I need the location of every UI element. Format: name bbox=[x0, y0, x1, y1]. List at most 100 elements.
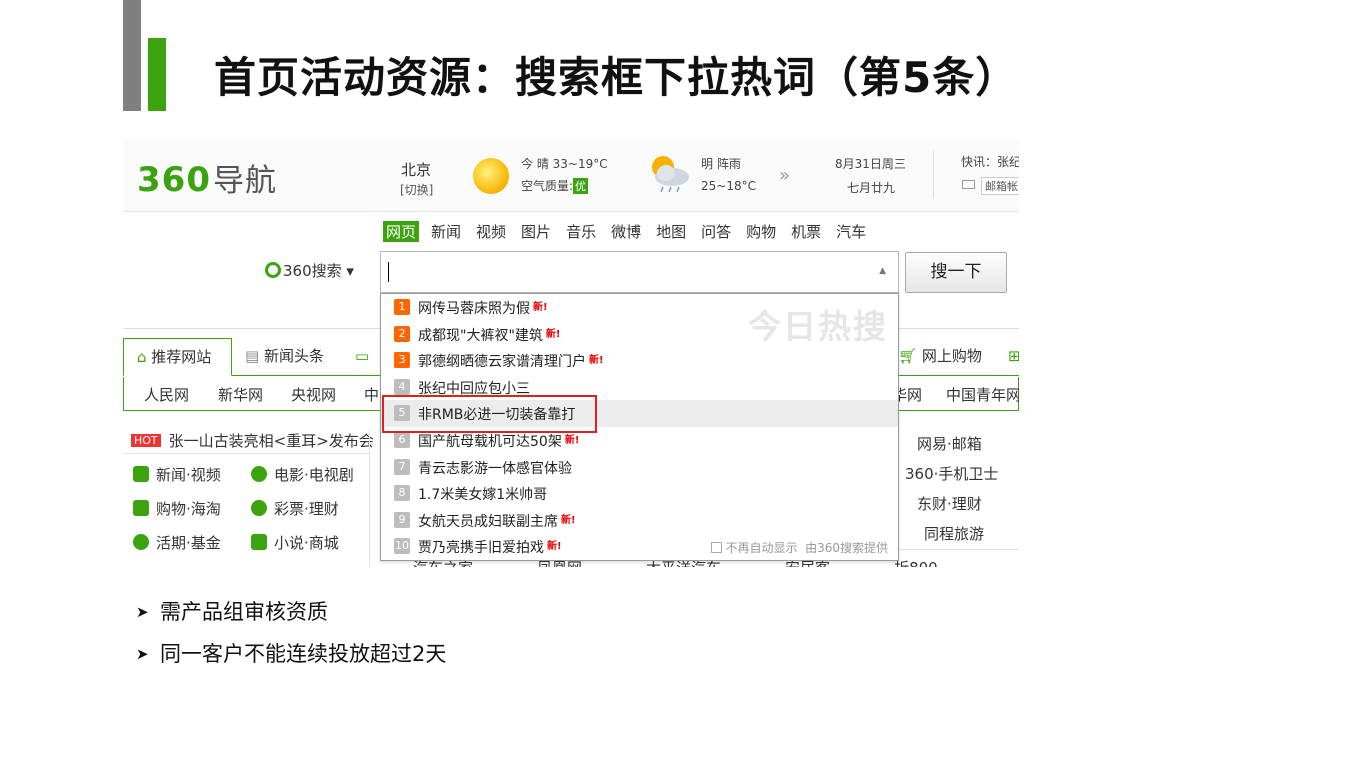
tab-label: 新闻头条 bbox=[263, 347, 324, 365]
rank-badge: 8 bbox=[394, 485, 410, 502]
rank-badge: 3 bbox=[394, 352, 410, 369]
search-tab-map[interactable]: 地图 bbox=[653, 221, 689, 242]
tomorrow-temperature: 25~18°C bbox=[701, 179, 756, 193]
arrow-bullet-icon: ➤ bbox=[136, 645, 149, 663]
suggestion-text: 国产航母载机可达50架 新! bbox=[418, 431, 579, 451]
slide-title: 首页活动资源：搜索框下拉热词（第5条） bbox=[214, 53, 1019, 102]
mail-login-box[interactable]: 邮箱帐 bbox=[981, 177, 1019, 195]
more-weather-button[interactable]: » bbox=[779, 165, 790, 186]
bag-icon bbox=[133, 500, 149, 516]
tab-headline-news[interactable]: ▤ 新闻头条 bbox=[232, 338, 342, 376]
tomorrow-weather: 明 阵雨 bbox=[701, 157, 741, 171]
search-tab-news[interactable]: 新闻 bbox=[428, 221, 464, 242]
site-link[interactable]: 人民网 bbox=[144, 384, 189, 405]
search-tab-flights[interactable]: 机票 bbox=[788, 221, 824, 242]
film-icon bbox=[251, 466, 267, 482]
rank-badge: 2 bbox=[394, 325, 410, 342]
divider bbox=[123, 453, 369, 454]
city-switch-link[interactable]: [切换] bbox=[400, 181, 433, 198]
suggestion-text: 青云志影游一体感官体验 bbox=[418, 458, 572, 478]
suggestion-keyword: 贾乃亮携手旧爱拍戏 bbox=[418, 540, 544, 557]
search-tab-qa[interactable]: 问答 bbox=[698, 221, 734, 242]
search-tab-shopping[interactable]: 购物 bbox=[743, 221, 779, 242]
search-tab-web[interactable]: 网页 bbox=[383, 221, 420, 242]
category-label: 购物·海淘 bbox=[156, 500, 221, 518]
money-icon bbox=[133, 534, 149, 550]
book-icon bbox=[251, 534, 267, 550]
new-badge: 新! bbox=[564, 435, 580, 446]
right-link[interactable]: 360·手机卫士 bbox=[905, 463, 998, 484]
tab-recommended-sites[interactable]: ⌂ 推荐网站 bbox=[123, 338, 232, 376]
search-tabs: 网页 新闻 视频 图片 音乐 微博 地图 问答 购物 机票 汽车 bbox=[383, 221, 878, 242]
search-engine-selector[interactable]: 360搜索 ▾ bbox=[265, 260, 354, 281]
rank-badge: 9 bbox=[394, 511, 410, 528]
suggestion-item[interactable]: 9 女航天员成妇联副主席 新! bbox=[381, 507, 898, 534]
suggestion-keyword: 国产航母载机可达50架 bbox=[418, 434, 562, 450]
search-tab-cars[interactable]: 汽车 bbox=[833, 221, 869, 242]
suggestion-item[interactable]: 1 网传马蓉床照为假 新! bbox=[381, 294, 898, 321]
cart-icon: 🛒︎ bbox=[898, 347, 922, 365]
date-text: 8月31日周三 bbox=[835, 157, 906, 171]
new-badge: 新! bbox=[589, 355, 604, 367]
lunar-date-text: 七月廿九 bbox=[847, 181, 896, 195]
arrow-bullet-icon: ➤ bbox=[136, 603, 149, 621]
suggestion-text: 贾乃亮携手旧爱拍戏 新! bbox=[418, 537, 562, 557]
search-tab-video[interactable]: 视频 bbox=[473, 221, 509, 242]
right-link[interactable]: 网易·邮箱 bbox=[917, 433, 982, 454]
tab-more[interactable]: ⊞ bbox=[995, 338, 1019, 376]
logo-number: 360 bbox=[137, 160, 211, 200]
rank-badge: 4 bbox=[394, 378, 410, 395]
suggestion-text: 1.7米美女嫁1米帅哥 bbox=[418, 484, 547, 504]
hot-news[interactable]: HOT 张一山古装亮相<重耳>发布会 bbox=[131, 430, 374, 451]
search-tab-images[interactable]: 图片 bbox=[518, 221, 554, 242]
suggestion-item[interactable]: 3 郭德纲晒德云家谱清理门户 新! bbox=[381, 347, 898, 374]
site-link[interactable]: 央视网 bbox=[291, 384, 336, 405]
tab-label: 网上购物 bbox=[921, 347, 982, 365]
search-tab-music[interactable]: 音乐 bbox=[563, 221, 599, 242]
category-novels[interactable]: 小说·商城 bbox=[251, 532, 339, 553]
category-news-video[interactable]: 新闻·视频 bbox=[133, 464, 221, 485]
category-funds[interactable]: 活期·基金 bbox=[133, 532, 221, 553]
slide: 首页活动资源：搜索框下拉热词（第5条） 360导航 北京 [切换] 今 晴 33… bbox=[0, 0, 1348, 757]
bullet-text: 需产品组审核资质 bbox=[160, 600, 328, 624]
top-info-bar: 360导航 北京 [切换] 今 晴 33~19°C 空气质量: 优 明 阵雨 25… bbox=[123, 139, 1019, 212]
suggestion-keyword: 郭德纲晒德云家谱清理门户 bbox=[418, 354, 586, 371]
tab-tv[interactable]: ▭ bbox=[342, 338, 382, 376]
category-shopping[interactable]: 购物·海淘 bbox=[133, 498, 221, 519]
site-link[interactable]: 折800 bbox=[894, 559, 938, 567]
divider bbox=[369, 429, 370, 567]
category-movies-tv[interactable]: 电影·电视剧 bbox=[251, 464, 354, 485]
hot-news-text: 张一山古装亮相<重耳>发布会 bbox=[168, 432, 374, 450]
bullet-list: ➤ 需产品组审核资质 ➤ 同一客户不能连续投放超过2天 bbox=[136, 596, 446, 680]
city-name: 北京 bbox=[401, 161, 432, 179]
bullet-item: ➤ 需产品组审核资质 bbox=[136, 596, 446, 638]
rank-badge: 7 bbox=[394, 458, 410, 475]
suggestion-item[interactable]: 7 青云志影游一体感官体验 bbox=[381, 454, 898, 481]
category-lottery[interactable]: 彩票·理财 bbox=[251, 498, 339, 519]
search-input[interactable]: ▲ bbox=[380, 251, 899, 293]
rain-cloud-icon bbox=[652, 156, 689, 193]
tab-online-shopping[interactable]: 🛒︎ 网上购物 bbox=[885, 338, 995, 376]
right-link[interactable]: 同程旅游 bbox=[924, 523, 984, 544]
disable-auto-show-checkbox[interactable] bbox=[711, 542, 723, 553]
suggestion-item[interactable]: 8 1.7米美女嫁1米帅哥 bbox=[381, 480, 898, 507]
site-link[interactable]: 新华网 bbox=[218, 384, 263, 405]
news-icon bbox=[133, 466, 149, 482]
dropdown-footer: 不再自动显示 由360搜索提供 bbox=[711, 539, 888, 556]
bullet-text: 同一客户不能连续投放超过2天 bbox=[160, 642, 447, 666]
site-link[interactable]: 中国青年网 bbox=[946, 384, 1019, 405]
right-link[interactable]: 东财·理财 bbox=[917, 493, 982, 514]
suggestion-item[interactable]: 2 成都现"大裤衩"建筑 新! bbox=[381, 321, 898, 348]
mail-icon bbox=[962, 180, 975, 189]
news-flash[interactable]: 快讯：张纪 bbox=[961, 153, 1019, 170]
title-accent-bar-gray bbox=[123, 0, 141, 111]
new-badge: 新! bbox=[545, 328, 561, 340]
rank-badge: 1 bbox=[394, 299, 410, 315]
search-tab-weibo[interactable]: 微博 bbox=[608, 221, 644, 242]
rank-badge: 10 bbox=[394, 538, 410, 555]
site-logo[interactable]: 360导航 bbox=[137, 155, 277, 200]
highlight-box bbox=[382, 395, 597, 433]
dropdown-toggle-icon[interactable]: ▲ bbox=[879, 266, 886, 276]
site-link[interactable]: 中 bbox=[364, 384, 379, 405]
search-button[interactable]: 搜一下 bbox=[905, 252, 1007, 293]
